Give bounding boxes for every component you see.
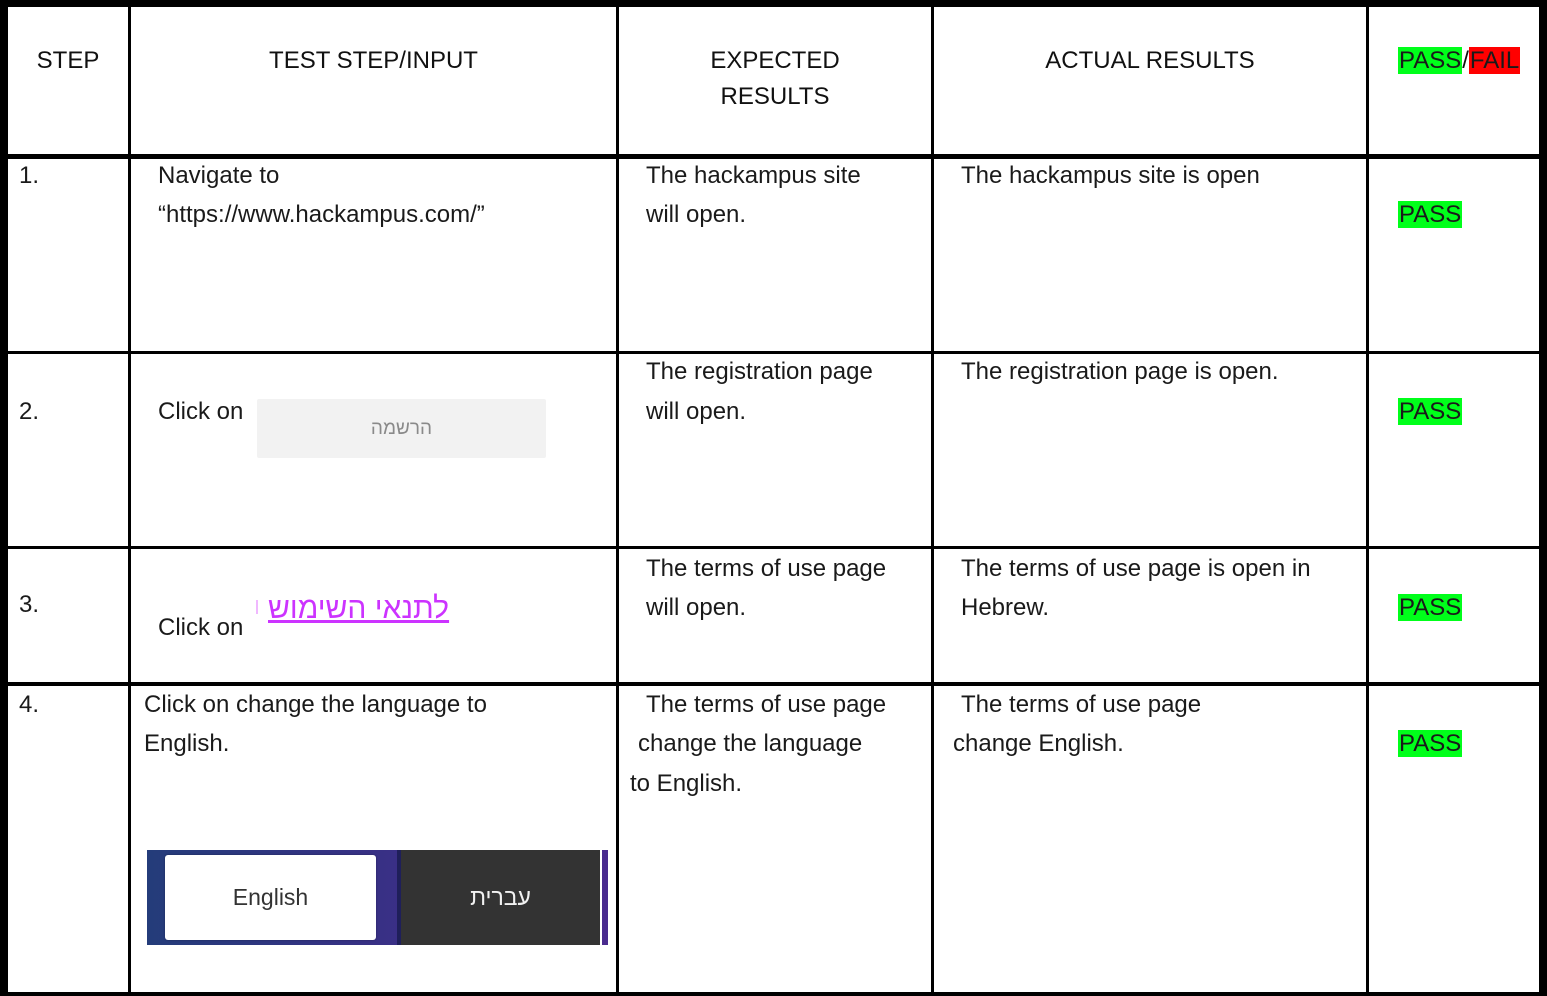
row-2-expected-line1: The registration page [646,358,873,385]
row-4-actual-line1: The terms of use page [961,691,1202,718]
row-4-expected-line1: The terms of use page [646,691,887,718]
test-case-table [4,4,1543,992]
row-3-expected-line2: will open. [646,594,747,621]
table-border-left [0,0,8,996]
table-border-top [0,0,1547,7]
register-button[interactable]: הרשמה [257,399,546,458]
hebrew-language-button[interactable]: עברית [397,850,600,945]
row-2-expected-line2: will open. [646,398,747,425]
row-4-expected-line2: change the language [638,730,863,757]
header-step: STEP [36,47,100,74]
table-border-right [1539,0,1547,996]
row-3-actual-line1: The terms of use page is open in [961,555,1311,582]
row-1-input-line1: Navigate to [158,162,280,189]
column-divider-2 [616,0,619,996]
row-3-expected-line1: The terms of use page [646,555,887,582]
column-divider-3 [931,0,934,996]
column-divider-1 [128,0,131,996]
header-fail-label: FAIL [1468,47,1521,74]
row-4-expected-line3: to English. [630,770,743,797]
english-language-button[interactable]: English [165,855,376,940]
header-pass-fail-separator: / [1462,47,1469,74]
row-3-actual-line2: Hebrew. [961,594,1050,621]
row-1-expected-line2: will open. [646,201,747,228]
terms-of-use-link[interactable]: לתנאי השימוש [268,590,449,628]
row-2-input-prefix: Click on [158,398,244,425]
terms-link-crop-edge [256,600,258,614]
row-1-pass-badge: PASS [1398,201,1463,228]
row-4-input-line2: English. [144,730,230,757]
row-4-actual-line2: change English. [953,730,1124,757]
row-2-pass-badge: PASS [1398,398,1463,425]
row-1-actual: The hackampus site is open [961,162,1260,189]
header-expected-results-line2: RESULTS [720,83,830,110]
language-switcher-edge [602,850,608,945]
header-actual-results: ACTUAL RESULTS [1045,47,1255,74]
row-4-step: 4. [19,691,40,718]
row-3-step: 3. [19,591,40,618]
header-pass-label: PASS [1398,47,1463,74]
column-divider-4 [1366,0,1369,996]
row-3-status: PASS [1398,588,1463,627]
row-4-status: PASS [1398,724,1463,763]
row-1-input-url[interactable]: “https://www.hackampus.com/” [158,195,485,234]
row-2-actual: The registration page is open. [961,358,1279,385]
row-3-input-prefix: Click on [158,614,244,641]
header-pass-fail: PASS/FAIL [1398,43,1521,79]
header-expected-results-line1: EXPECTED [710,47,840,74]
row-2-status: PASS [1398,392,1463,431]
row-2-step: 2. [19,398,40,425]
row-1-status: PASS [1398,195,1463,234]
header-test-step-input: TEST STEP/INPUT [269,47,478,74]
row-4-input-line1: Click on change the language to [144,691,487,718]
row-3-pass-badge: PASS [1398,594,1463,621]
row-1-expected-line1: The hackampus site [646,162,861,189]
table-border-bottom [0,992,1547,996]
row-1-step: 1. [19,162,40,189]
row-4-pass-badge: PASS [1398,730,1463,757]
